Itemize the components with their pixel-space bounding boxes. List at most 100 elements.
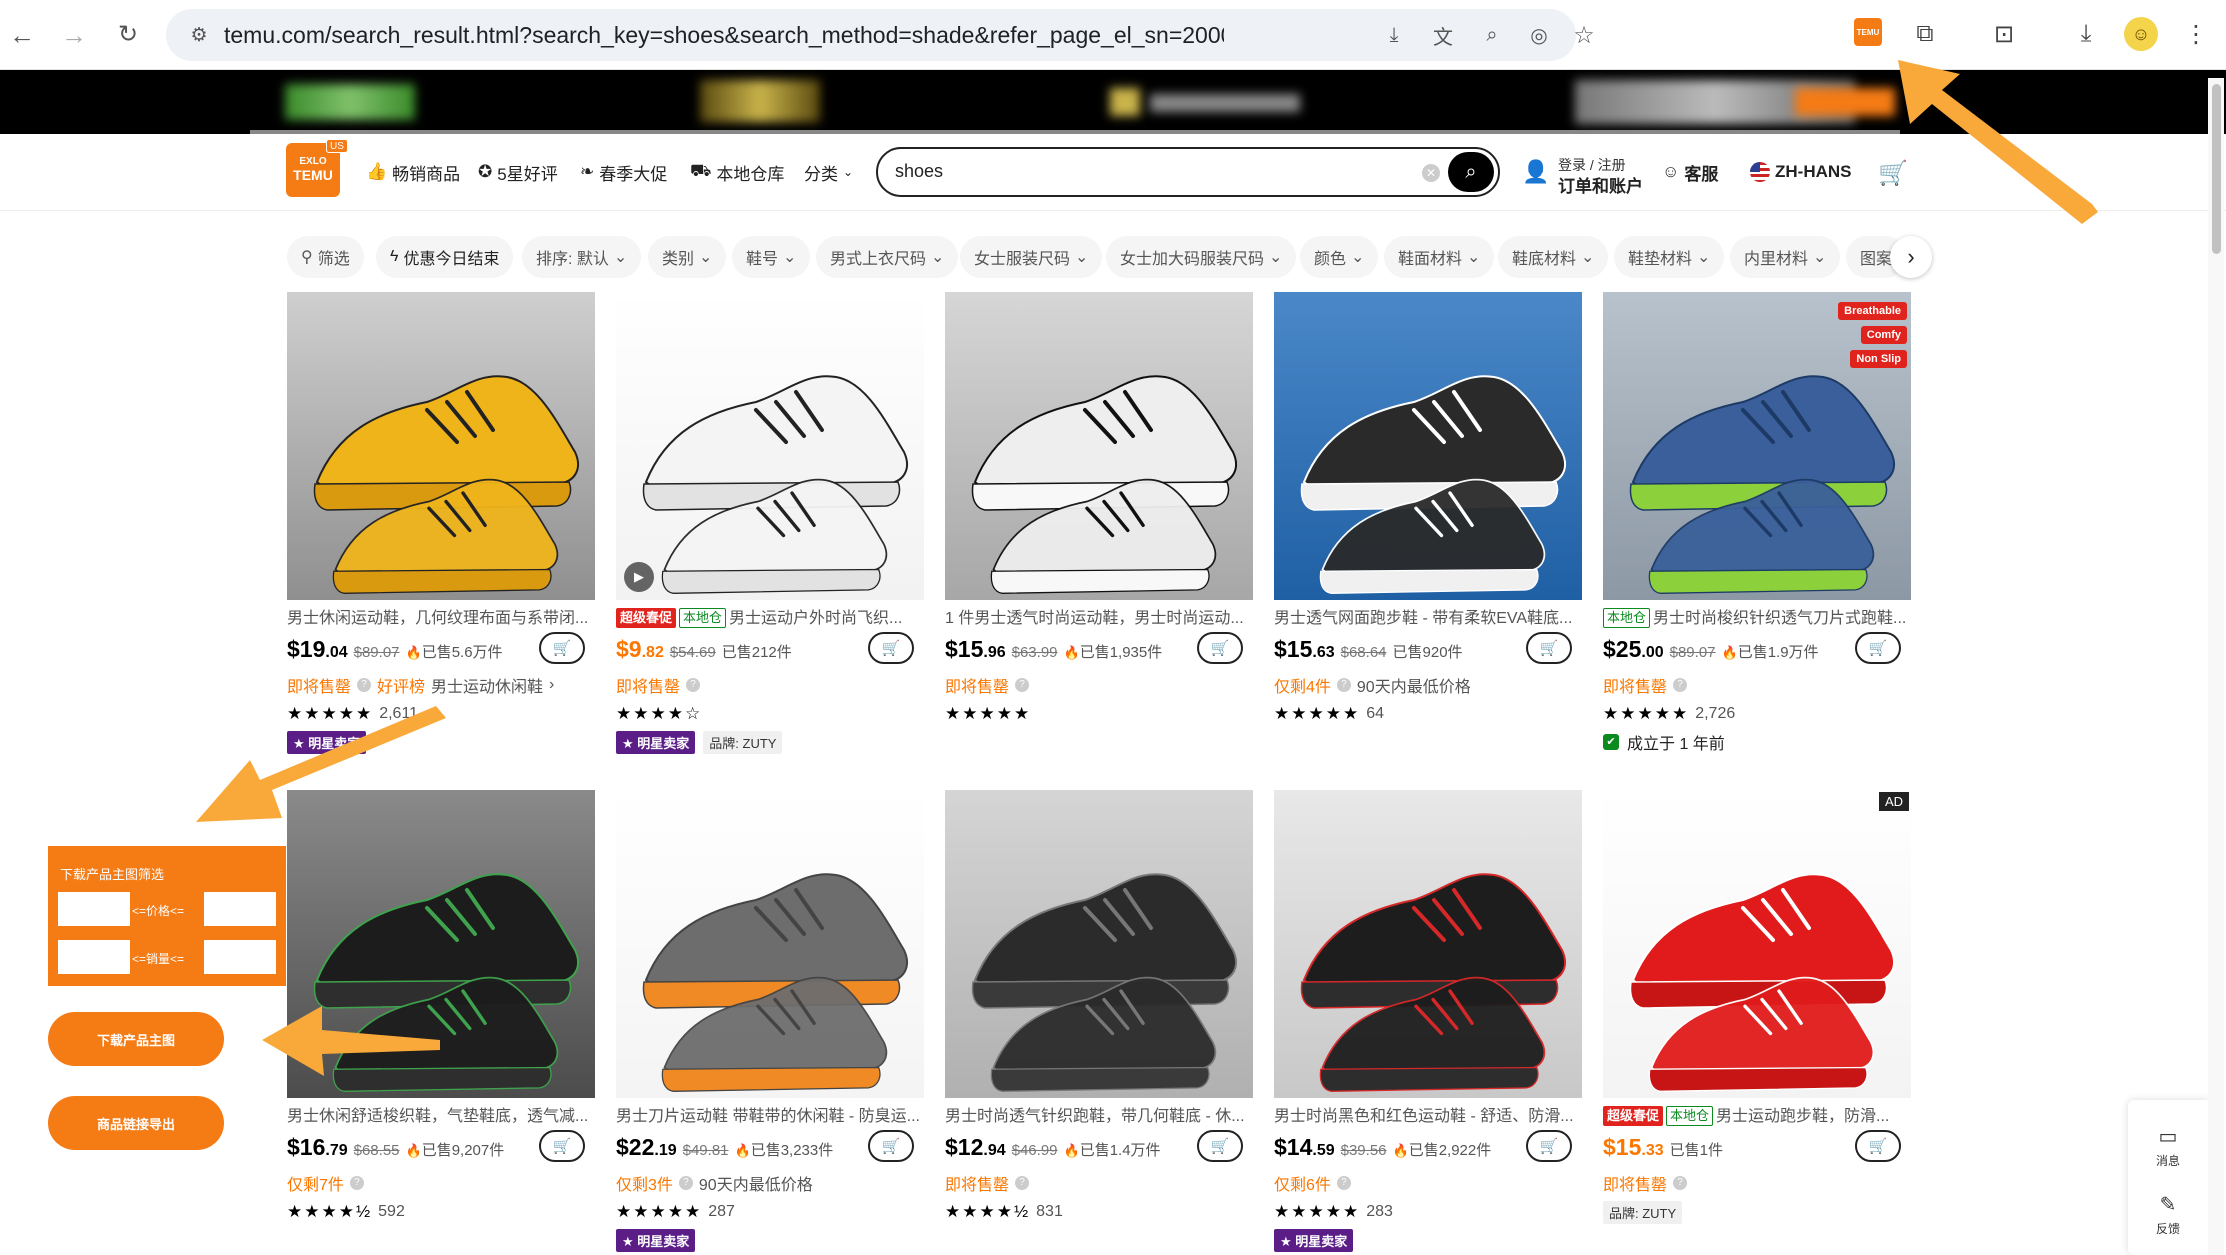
filter-chip-category[interactable]: 类别 ⌄ xyxy=(648,236,727,278)
product-title[interactable]: 男士时尚黑色和红色运动鞋 - 舒适、防滑... xyxy=(1274,1106,1582,1128)
reload-icon[interactable]: ↻ xyxy=(110,17,146,53)
nav-categories[interactable]: 分类 ⌄ xyxy=(804,160,853,184)
filter-chip-lining-material[interactable]: 内里材料 ⌄ xyxy=(1730,236,1841,278)
add-to-cart-button[interactable]: 🛒 xyxy=(1855,1130,1901,1162)
back-icon[interactable]: ← xyxy=(4,17,40,53)
product-card[interactable]: 男士刀片运动鞋 带鞋带的休闲鞋 - 防臭运... $22.19 $49.81 🔥 已售3… xyxy=(616,790,924,1255)
filter-chip-deals[interactable]: ϟ 优惠今日结束 xyxy=(376,236,514,278)
scrollbar-thumb[interactable] xyxy=(2212,84,2221,254)
product-image[interactable] xyxy=(1274,790,1582,1098)
product-card[interactable]: 男士透气网面跑步鞋 - 带有柔软EVA鞋底... $15.63 $68.64 已售92… xyxy=(1274,292,1582,787)
product-title[interactable]: 男士刀片运动鞋 带鞋带的休闲鞋 - 防臭运... xyxy=(616,1106,924,1128)
product-card[interactable]: AD 超级春促 本地仓 男士运动跑步鞋，防滑... $15.33 已售1件 🛒 即将售罄? 品牌… xyxy=(1603,790,1911,1255)
product-card[interactable]: 男士休闲舒适梭织鞋，气垫鞋底，透气减... $16.79 $68.55 🔥 已售9,20… xyxy=(287,790,595,1255)
filter-chip-insole-material[interactable]: 鞋垫材料 ⌄ xyxy=(1614,236,1725,278)
url-text[interactable]: temu.com/search_result.html?search_key=s… xyxy=(224,22,1224,49)
add-to-cart-button[interactable]: 🛒 xyxy=(1526,632,1572,664)
filter-chip-shoe-size[interactable]: 鞋号 ⌄ xyxy=(732,236,811,278)
chevron-right-icon[interactable]: › xyxy=(1890,236,1932,278)
add-to-cart-button[interactable]: 🛒 xyxy=(539,632,585,664)
nav-spring-sale[interactable]: ❧ 春季大促 xyxy=(580,160,667,184)
help-icon[interactable]: ? xyxy=(357,678,372,692)
filter-chip-color[interactable]: 颜色 ⌄ xyxy=(1300,236,1379,278)
search-input[interactable] xyxy=(895,161,1415,182)
product-image[interactable] xyxy=(1274,292,1582,600)
filter-chip-mens-top-size[interactable]: 男式上衣尺码 ⌄ xyxy=(816,236,959,278)
product-image[interactable]: AD xyxy=(1603,790,1911,1098)
download-images-button[interactable]: 下载产品主图 xyxy=(48,1012,224,1066)
product-title[interactable]: 超级春促 本地仓 男士运动户外时尚飞织... xyxy=(616,608,924,630)
filter-chip-womens-size[interactable]: 女士服装尺码 ⌄ xyxy=(960,236,1103,278)
max-price-input[interactable] xyxy=(204,892,276,926)
product-image[interactable] xyxy=(616,790,924,1098)
product-card[interactable]: ▶ 超级春促 本地仓 男士运动户外时尚飞织... $9.82 $54.69 已售212件 🛒 即… xyxy=(616,292,924,787)
temu-extension-icon[interactable]: TEMU xyxy=(1854,18,1882,46)
add-to-cart-button[interactable]: 🛒 xyxy=(1855,632,1901,664)
product-title[interactable]: 本地仓 男士时尚梭织针织透气刀片式跑鞋... xyxy=(1603,608,1911,630)
product-image[interactable]: Breathable Comfy Non Slip xyxy=(1603,292,1911,600)
product-title[interactable]: 1 件男士透气时尚运动鞋，男士时尚运动... xyxy=(945,608,1253,630)
translate-icon[interactable]: 文 xyxy=(1428,20,1458,50)
scrollbar-track[interactable] xyxy=(2208,78,2224,1255)
filter-chip-womens-plus-size[interactable]: 女士加大码服装尺码 ⌄ xyxy=(1106,236,1297,278)
product-image[interactable] xyxy=(287,790,595,1098)
product-title[interactable]: 超级春促 本地仓 男士运动跑步鞋，防滑... xyxy=(1603,1106,1911,1128)
add-to-cart-button[interactable]: 🛒 xyxy=(868,632,914,664)
eye-off-icon[interactable]: ◎ xyxy=(1524,20,1554,50)
product-image[interactable] xyxy=(287,292,595,600)
filter-chip-filter[interactable]: ⚲ 筛选 xyxy=(287,236,364,278)
address-bar[interactable]: ⚙ temu.com/search_result.html?search_key… xyxy=(166,9,1595,61)
extensions-puzzle-icon[interactable]: ⧉ xyxy=(1907,16,1943,52)
downloads-icon[interactable]: ⤓ xyxy=(2068,16,2104,52)
min-price-input[interactable] xyxy=(58,892,130,926)
site-info-icon[interactable]: ⚙ xyxy=(186,22,212,48)
product-card[interactable]: 男士时尚黑色和红色运动鞋 - 舒适、防滑... $14.59 $39.56 🔥 已售2,… xyxy=(1274,790,1582,1255)
add-to-cart-button[interactable]: 🛒 xyxy=(1197,632,1243,664)
profile-avatar[interactable]: ☺ xyxy=(2124,17,2158,51)
help-icon[interactable]: ? xyxy=(1336,1176,1351,1190)
messages-button[interactable]: ▭ 消息 xyxy=(2128,1116,2208,1176)
play-icon[interactable]: ▶ xyxy=(624,562,654,592)
language-selector[interactable]: ZH-HANS xyxy=(1750,160,1852,184)
product-title[interactable]: 男士休闲舒适梭织鞋，气垫鞋底，透气减... xyxy=(287,1106,595,1128)
forward-icon[interactable]: → xyxy=(56,17,92,53)
search-button[interactable]: ⌕ xyxy=(1448,152,1494,192)
filter-chip-upper-material[interactable]: 鞋面材料 ⌄ xyxy=(1384,236,1495,278)
feedback-button[interactable]: ✎ 反馈 xyxy=(2128,1184,2208,1244)
min-sales-input[interactable] xyxy=(58,940,130,974)
bookmark-star-icon[interactable]: ☆ xyxy=(1569,20,1599,50)
nav-local-warehouse[interactable]: ⛟ 本地仓库 xyxy=(690,160,784,184)
product-image[interactable]: ▶ xyxy=(616,292,924,600)
product-image[interactable] xyxy=(945,292,1253,600)
export-links-button[interactable]: 商品链接导出 xyxy=(48,1096,224,1150)
product-title[interactable]: 男士休闲运动鞋，几何纹理布面与系带闭... xyxy=(287,608,595,630)
product-title[interactable]: 男士时尚透气针织跑鞋，带几何鞋底 - 休... xyxy=(945,1106,1253,1128)
help-icon[interactable]: ? xyxy=(349,1176,364,1190)
help-icon[interactable]: ? xyxy=(678,1176,693,1190)
product-image[interactable] xyxy=(945,790,1253,1098)
nav-five-star[interactable]: ✪ 5星好评 xyxy=(478,160,558,184)
screenshot-icon[interactable]: ⊡ xyxy=(1986,16,2022,52)
filter-chip-sole-material[interactable]: 鞋底材料 ⌄ xyxy=(1498,236,1609,278)
add-to-cart-button[interactable]: 🛒 xyxy=(868,1130,914,1162)
search-box[interactable]: ✕ ⌕ xyxy=(876,147,1500,197)
product-card[interactable]: 1 件男士透气时尚运动鞋，男士时尚运动... $15.96 $63.99 🔥 已售1,9… xyxy=(945,292,1253,787)
customer-service-button[interactable]: ☺ 客服 xyxy=(1662,160,1718,184)
help-icon[interactable]: ? xyxy=(1015,1176,1030,1190)
help-icon[interactable]: ? xyxy=(1336,678,1351,692)
product-card[interactable]: 男士时尚透气针织跑鞋，带几何鞋底 - 休... $12.94 $46.99 🔥 已售1.… xyxy=(945,790,1253,1255)
menu-dots-icon[interactable]: ⋮ xyxy=(2178,16,2214,52)
install-app-icon[interactable]: ⤓ xyxy=(1379,20,1409,50)
zoom-icon[interactable]: ⌕ xyxy=(1477,20,1507,50)
add-to-cart-button[interactable]: 🛒 xyxy=(1197,1130,1243,1162)
help-icon[interactable]: ? xyxy=(686,678,701,692)
add-to-cart-button[interactable]: 🛒 xyxy=(539,1130,585,1162)
help-icon[interactable]: ? xyxy=(1673,678,1688,692)
nav-best-sellers[interactable]: 👍 畅销商品 xyxy=(366,160,460,184)
add-to-cart-button[interactable]: 🛒 xyxy=(1526,1130,1572,1162)
product-title[interactable]: 男士透气网面跑步鞋 - 带有柔软EVA鞋底... xyxy=(1274,608,1582,630)
max-sales-input[interactable] xyxy=(204,940,276,974)
help-icon[interactable]: ? xyxy=(1673,1176,1688,1190)
filter-chip-sort[interactable]: 排序: 默认 ⌄ xyxy=(522,236,642,278)
cart-icon[interactable]: 🛒 xyxy=(1876,156,1910,190)
